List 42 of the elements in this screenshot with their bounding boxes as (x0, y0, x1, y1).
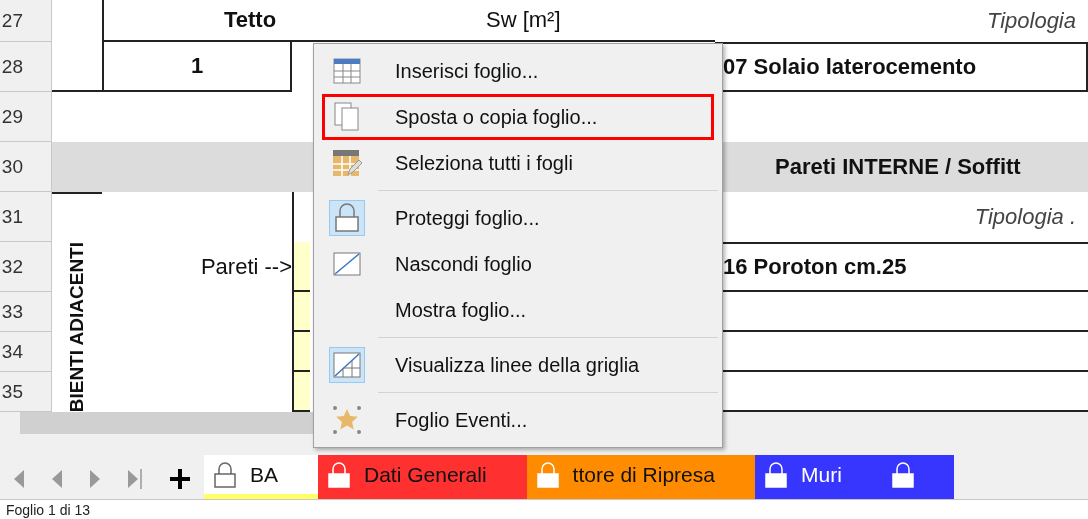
row-number[interactable]: 28 (0, 42, 52, 92)
row-number[interactable]: 31 (0, 192, 52, 242)
menu-item[interactable]: Inserisci foglio... (322, 48, 714, 94)
menu-item[interactable]: Visualizza linee della griglia (322, 342, 714, 388)
row-number[interactable]: 32 (0, 242, 52, 292)
star-icon (332, 405, 362, 435)
table-cell: Tetto (102, 0, 310, 42)
grid-lines-icon (333, 352, 361, 378)
menu-item[interactable]: Sposta o copia foglio... (322, 94, 714, 140)
row-number[interactable]: 33 (0, 292, 52, 332)
input-cell[interactable] (292, 242, 310, 292)
plus-icon (168, 467, 192, 491)
row-number[interactable]: 30 (0, 142, 52, 192)
sheet-tab[interactable]: Muri (755, 455, 882, 499)
input-cell[interactable] (292, 292, 310, 332)
row-number[interactable]: 35 (0, 372, 52, 412)
sheet-tab[interactable]: ttore di Ripresa (526, 455, 755, 499)
table-icon (333, 58, 361, 84)
menu-item[interactable]: Foglio Eventi... (322, 397, 714, 443)
status-text: Foglio 1 di 13 (6, 501, 91, 518)
sheet-grid-pencil-icon (332, 149, 362, 177)
hidden-sheet-icon (333, 252, 361, 276)
right-triangle-icon (88, 468, 102, 490)
row-number[interactable]: 27 (0, 0, 52, 42)
left-triangle-icon (50, 468, 64, 490)
menu-item[interactable]: Seleziona tutti i fogli (322, 140, 714, 186)
table-cell: 1 (102, 42, 292, 92)
row-number[interactable]: 29 (0, 92, 52, 142)
copy-icon (334, 102, 360, 132)
sheet-tab[interactable]: Dati Generali (318, 455, 527, 499)
input-cell[interactable] (292, 372, 310, 412)
row-number[interactable]: 34 (0, 332, 52, 372)
skip-end-icon (126, 468, 144, 490)
table-cell: BIENTI ADIACENTI (52, 192, 102, 412)
input-cell[interactable] (292, 332, 310, 372)
lock-icon (335, 203, 359, 233)
menu-item[interactable]: Proteggi foglio... (322, 195, 714, 241)
sheet-tab[interactable]: BA (204, 455, 318, 499)
menu-item[interactable]: Nascondi foglio (322, 241, 714, 287)
sheet-tab[interactable] (881, 455, 954, 499)
menu-item[interactable]: Mostra foglio... (322, 287, 714, 333)
left-triangle-icon (12, 468, 26, 490)
